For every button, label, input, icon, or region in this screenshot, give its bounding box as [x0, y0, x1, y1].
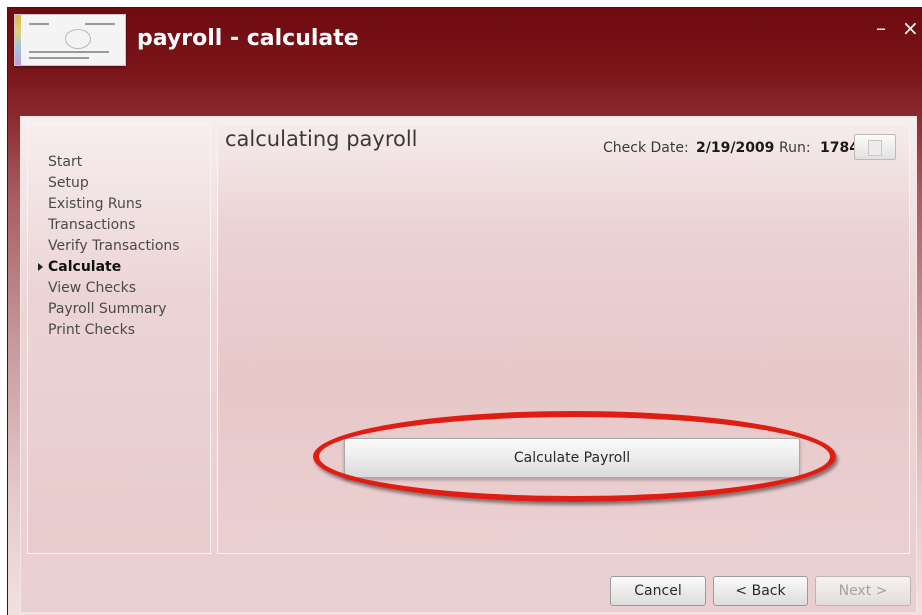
nav-item-start[interactable]: Start — [48, 152, 180, 173]
close-button[interactable]: × — [902, 18, 919, 38]
back-button[interactable]: < Back — [713, 576, 808, 606]
page-title: calculating payroll — [225, 127, 418, 151]
title-bar: payroll - calculate – × — [8, 8, 922, 78]
nav-item-existing-runs[interactable]: Existing Runs — [48, 194, 180, 215]
next-button[interactable]: Next > — [815, 576, 911, 606]
wizard-card: Start Setup Existing Runs Transactions V… — [20, 116, 917, 613]
nav-item-payroll-summary[interactable]: Payroll Summary — [48, 299, 180, 320]
payroll-window: payroll - calculate – × Start Setup Exis… — [8, 8, 922, 615]
window-title: payroll - calculate — [137, 26, 359, 51]
calculate-payroll-button[interactable]: Calculate Payroll — [344, 438, 800, 478]
print-icon — [868, 140, 882, 156]
cancel-button[interactable]: Cancel — [610, 576, 706, 606]
check-date-value: 2/19/2009 — [696, 140, 775, 156]
payroll-check-icon — [14, 14, 126, 66]
nav-item-setup[interactable]: Setup — [48, 173, 180, 194]
nav-item-calculate[interactable]: Calculate — [38, 257, 180, 278]
nav-item-verify-transactions[interactable]: Verify Transactions — [48, 236, 180, 257]
main-panel: calculating payroll Check Date: 2/19/200… — [217, 123, 910, 554]
wizard-steps: Start Setup Existing Runs Transactions V… — [38, 152, 180, 341]
print-button[interactable] — [854, 134, 896, 160]
minimize-button[interactable]: – — [876, 18, 886, 38]
wizard-nav: Start Setup Existing Runs Transactions V… — [27, 123, 211, 554]
nav-item-view-checks[interactable]: View Checks — [48, 278, 180, 299]
run-label: Run: — [779, 140, 811, 156]
nav-item-print-checks[interactable]: Print Checks — [48, 320, 180, 341]
check-date-label: Check Date: — [603, 140, 689, 156]
nav-item-transactions[interactable]: Transactions — [48, 215, 180, 236]
current-step-arrow-icon — [38, 263, 43, 271]
